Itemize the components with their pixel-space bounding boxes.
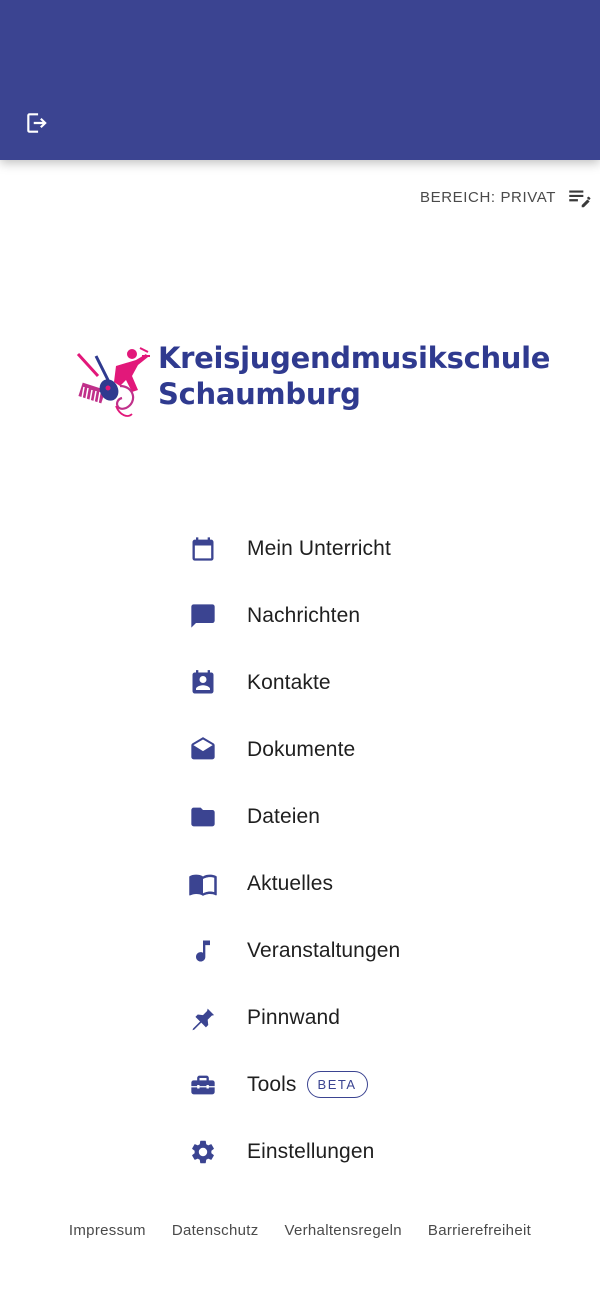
footer-links: Impressum Datenschutz Verhaltensregeln B… xyxy=(0,1222,600,1239)
menu-item-label: Mein Unterricht xyxy=(247,536,391,560)
menu-item-einstellungen[interactable]: Einstellungen xyxy=(182,1118,542,1185)
menu-item-dokumente[interactable]: Dokumente xyxy=(182,716,542,783)
menu-item-aktuelles[interactable]: Aktuelles xyxy=(182,850,542,917)
menu-item-veranstaltungen[interactable]: Veranstaltungen xyxy=(182,917,542,984)
footer-link-verhaltensregeln[interactable]: Verhaltensregeln xyxy=(285,1222,402,1239)
music-note-icon xyxy=(182,930,224,972)
book-icon xyxy=(182,863,224,905)
menu-item-label: Tools xyxy=(247,1072,297,1096)
menu-item-label: Pinnwand xyxy=(247,1005,341,1029)
area-label: BEREICH: PRIVAT xyxy=(420,188,556,206)
logo-mark-icon xyxy=(76,347,150,417)
menu-item-label: Einstellungen xyxy=(247,1139,375,1163)
footer-link-datenschutz[interactable]: Datenschutz xyxy=(172,1222,259,1239)
menu-item-label: Aktuelles xyxy=(247,871,334,895)
menu-item-nachrichten[interactable]: Nachrichten xyxy=(182,582,542,649)
folder-icon xyxy=(182,796,224,838)
menu-item-label: Dateien xyxy=(247,804,321,828)
logo-text: Kreisjugendmusikschule Schaumburg xyxy=(158,340,550,412)
logo-line-1: Kreisjugendmusikschule xyxy=(158,341,551,375)
menu-item-dateien[interactable]: Dateien xyxy=(182,783,542,850)
app-bar xyxy=(0,0,600,160)
footer-link-barrierefreiheit[interactable]: Barrierefreiheit xyxy=(428,1222,531,1239)
menu-item-label: Veranstaltungen xyxy=(247,938,401,962)
school-logo: Kreisjugendmusikschule Schaumburg xyxy=(76,340,550,422)
menu-item-label: Nachrichten xyxy=(247,603,361,627)
logout-button[interactable] xyxy=(18,104,56,142)
drafts-icon xyxy=(182,729,224,771)
menu-item-mein-unterricht[interactable]: Mein Unterricht xyxy=(182,515,542,582)
menu-item-label: Dokumente xyxy=(247,737,356,761)
pin-icon xyxy=(182,997,224,1039)
logout-icon xyxy=(27,113,47,133)
contacts-icon xyxy=(182,662,224,704)
calendar-icon xyxy=(182,528,224,570)
edit-list-icon xyxy=(569,190,591,208)
menu-item-kontakte[interactable]: Kontakte xyxy=(182,649,542,716)
chat-icon xyxy=(182,595,224,637)
logo-line-2: Schaumburg xyxy=(158,377,361,411)
menu-item-label: Kontakte xyxy=(247,670,331,694)
area-selector[interactable]: BEREICH: PRIVAT xyxy=(420,184,592,210)
toolbox-icon xyxy=(182,1064,224,1106)
menu-item-tools[interactable]: Tools BETA xyxy=(182,1051,542,1118)
beta-badge: BETA xyxy=(306,1071,368,1098)
menu-item-pinnwand[interactable]: Pinnwand xyxy=(182,984,542,1051)
footer-link-impressum[interactable]: Impressum xyxy=(69,1222,146,1239)
gear-icon xyxy=(182,1131,224,1173)
main-menu: Mein Unterricht Nachrichten Kontakte Dok… xyxy=(182,515,542,1185)
